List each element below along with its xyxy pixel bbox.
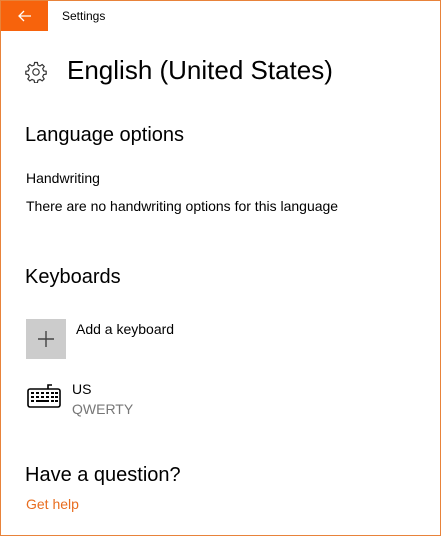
help-heading: Have a question? xyxy=(25,464,181,486)
add-keyboard-label[interactable]: Add a keyboard xyxy=(76,321,174,337)
back-button[interactable] xyxy=(1,1,48,31)
handwriting-text: There are no handwriting options for thi… xyxy=(26,198,339,214)
back-arrow-icon xyxy=(17,10,31,22)
page-title: English (United States) xyxy=(67,55,333,85)
handwriting-label: Handwriting xyxy=(26,170,100,186)
title-bar: Settings xyxy=(1,0,440,31)
get-help-link[interactable]: Get help xyxy=(26,496,79,512)
app-title: Settings xyxy=(62,9,106,23)
keyboard-name: US xyxy=(72,381,92,397)
plus-icon xyxy=(38,331,54,347)
settings-window: Settings English (United States) Languag… xyxy=(0,0,441,536)
add-keyboard-button[interactable] xyxy=(26,319,66,359)
keyboards-heading: Keyboards xyxy=(25,266,121,288)
keyboard-layout: QWERTY xyxy=(72,401,134,417)
gear-icon xyxy=(25,61,47,83)
language-options-heading: Language options xyxy=(25,124,185,146)
keyboard-icon xyxy=(27,384,61,408)
